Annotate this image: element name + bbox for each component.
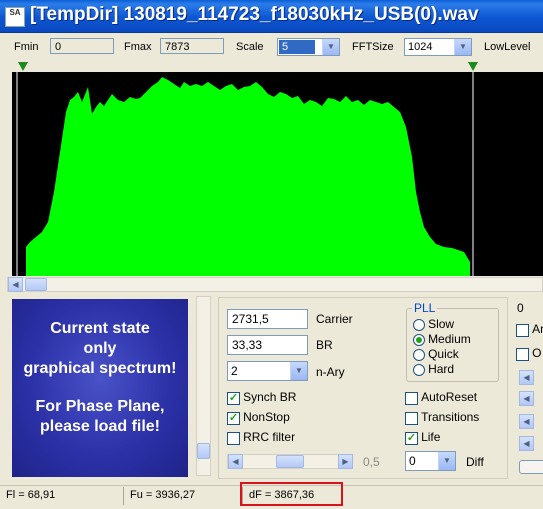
scroll-left-icon[interactable]: ◀ (519, 391, 534, 406)
info-vscrollbar[interactable] (196, 296, 211, 476)
scroll-left-icon[interactable]: ◀ (519, 414, 534, 429)
pll-title: PLL (412, 301, 438, 315)
autoreset-checkbox[interactable]: AutoReset (405, 390, 477, 405)
scroll-left-icon[interactable]: ◀ (519, 370, 534, 385)
app-icon[interactable]: SA (5, 7, 25, 27)
fmax-field[interactable]: 7873 (160, 38, 224, 54)
info-panel: Current state only graphical spectrum! F… (12, 299, 188, 477)
unchecked-box-icon[interactable] (405, 411, 418, 425)
carrier-label: Carrier (316, 312, 353, 326)
fftsize-label: FFTSize (352, 41, 394, 53)
info-line (12, 379, 188, 397)
pll-option-label: Slow (428, 317, 455, 331)
window-title: [TempDir] 130819_114723_f18030kHz_USB(0)… (30, 4, 479, 25)
radio-icon[interactable] (413, 364, 425, 377)
status-fl: Fl = 68,91 (6, 489, 56, 501)
radio-selected-icon[interactable] (413, 334, 425, 347)
fftsize-value: 1024 (408, 41, 433, 53)
check-icon[interactable]: ✓ (227, 411, 240, 425)
right-checkbox-1[interactable]: Ar (516, 322, 543, 337)
pll-option-label: Medium (428, 332, 471, 346)
fmax-label: Fmax (124, 41, 152, 53)
check-icon[interactable]: ✓ (405, 431, 418, 445)
slider-value-label: 0,5 (363, 455, 380, 469)
right-checkbox-2[interactable]: O (516, 346, 541, 361)
check-icon[interactable]: ✓ (227, 391, 240, 405)
scale-label: Scale (236, 41, 264, 53)
right-button[interactable] (519, 460, 543, 474)
autoreset-label: AutoReset (421, 390, 478, 404)
fmin-label: Fmin (14, 41, 39, 53)
fmin-field[interactable]: 0 (50, 38, 114, 54)
df-highlight-box (240, 482, 343, 506)
pll-option-hard[interactable]: Hard (413, 362, 455, 377)
nary-label: n-Ary (316, 365, 345, 379)
br-label: BR (316, 338, 333, 352)
right-checkbox-1-label: Ar (532, 322, 543, 336)
right-checkbox-2-label: O (532, 346, 542, 360)
transitions-checkbox[interactable]: Transitions (405, 410, 479, 425)
lowlevel-label: LowLevel (484, 41, 531, 53)
life-checkbox[interactable]: ✓ Life (405, 430, 440, 445)
vscroll-thumb[interactable] (197, 443, 210, 459)
app-icon-text: SA (9, 8, 21, 17)
chevron-down-icon[interactable]: ▼ (290, 362, 307, 380)
right-value: 0 (517, 301, 524, 315)
info-line: graphical spectrum! (23, 360, 177, 377)
nary-select[interactable]: 2 ▼ (227, 361, 308, 381)
chevron-down-icon[interactable]: ▼ (438, 452, 455, 470)
unchecked-box-icon[interactable] (516, 347, 529, 361)
pll-option-medium[interactable]: Medium (413, 332, 471, 347)
diff-value: 0 (409, 454, 416, 468)
radio-icon[interactable] (413, 349, 425, 362)
life-label: Life (421, 430, 441, 444)
chevron-down-icon[interactable]: ▼ (322, 39, 339, 55)
unchecked-box-icon[interactable] (227, 431, 240, 445)
info-line: only (83, 340, 117, 357)
transitions-label: Transitions (421, 410, 480, 424)
scroll-left-icon[interactable]: ◀ (519, 436, 534, 451)
diff-label: Diff (466, 455, 484, 469)
spectrum-trace (26, 77, 470, 276)
pll-option-slow[interactable]: Slow (413, 317, 455, 332)
left-marker-icon[interactable] (18, 62, 28, 71)
scroll-left-icon[interactable]: ◀ (228, 454, 243, 469)
info-line: please load file! (39, 418, 161, 435)
br-input[interactable]: 33,33 (227, 335, 308, 355)
status-fu: Fu = 3936,27 (130, 489, 196, 501)
scale-select[interactable]: 5 ▼ (277, 38, 340, 56)
synch-br-checkbox[interactable]: ✓ Synch BR (227, 390, 296, 405)
unchecked-box-icon[interactable] (516, 323, 529, 337)
right-marker-icon[interactable] (468, 62, 478, 71)
unchecked-box-icon[interactable] (405, 391, 418, 405)
spectrum-display[interactable] (12, 72, 543, 276)
rrc-filter-checkbox[interactable]: RRC filter (227, 430, 295, 445)
info-line: Current state (50, 320, 150, 337)
info-line: For Phase Plane, (35, 398, 165, 415)
nonstop-checkbox[interactable]: ✓ NonStop (227, 410, 290, 425)
diff-select[interactable]: 0 ▼ (405, 451, 456, 471)
scroll-right-icon[interactable]: ▶ (338, 454, 353, 469)
scale-value: 5 (279, 40, 315, 54)
synch-br-label: Synch BR (243, 390, 297, 404)
status-separator (123, 487, 124, 505)
nonstop-label: NonStop (243, 410, 290, 424)
pll-option-quick[interactable]: Quick (413, 347, 459, 362)
pll-option-label: Hard (428, 362, 455, 376)
fftsize-select[interactable]: 1024 ▼ (404, 38, 472, 56)
spectrum-scrollbar[interactable]: ◀ (7, 277, 543, 292)
rrc-filter-label: RRC filter (243, 430, 296, 444)
radio-icon[interactable] (413, 319, 425, 332)
slider-thumb[interactable] (276, 455, 304, 468)
nary-value: 2 (231, 364, 238, 378)
scroll-thumb[interactable] (25, 278, 47, 291)
scroll-left-icon[interactable]: ◀ (8, 277, 23, 292)
threshold-slider[interactable]: ◀ ▶ (227, 454, 353, 469)
pll-option-label: Quick (428, 347, 459, 361)
chevron-down-icon[interactable]: ▼ (454, 39, 471, 55)
carrier-input[interactable]: 2731,5 (227, 309, 308, 329)
